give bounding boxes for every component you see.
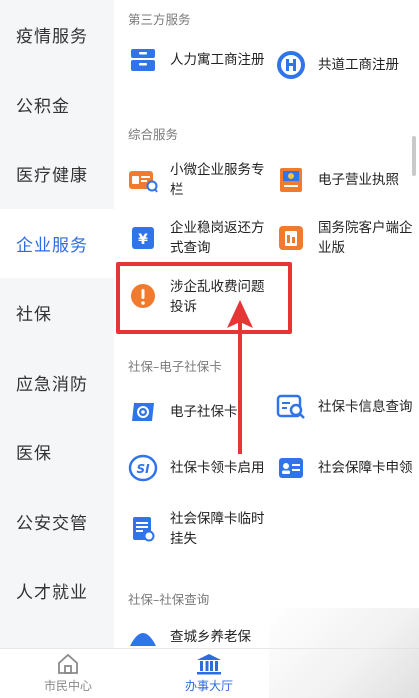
service-label: 国务院客户端企业版 [318, 220, 413, 256]
svg-text:SI: SI [136, 462, 150, 476]
sidebar-item-emergency-fire[interactable]: 应急消防 [0, 348, 114, 418]
watermark [269, 608, 419, 698]
service-small-business-column[interactable]: 小微企业服务专栏 [128, 160, 266, 200]
sidebar-item-employment[interactable]: 人才就业 [0, 556, 114, 626]
card-search-icon [276, 392, 306, 422]
yuan-icon: ¥ [128, 223, 158, 253]
service-card-activation[interactable]: SI 社保卡领卡启用 [128, 453, 266, 483]
sidebar-item-epidemic[interactable]: 疫情服务 [0, 0, 114, 70]
sidebar-item-medical-health[interactable]: 医疗健康 [0, 139, 114, 209]
document-icon [128, 514, 158, 544]
gongdao-logo-icon [276, 50, 306, 80]
service-card-temporary-loss[interactable]: 社会保障卡临时挂失 [128, 509, 266, 549]
category-sidebar: 疫情服务 公积金 医疗健康 企业服务 社保 应急消防 医保 公安交管 人才就业 [0, 0, 114, 648]
service-gongdao-registration[interactable]: 共道工商注册 [276, 50, 419, 80]
section-title-social-query: 社保–社保查询 [128, 592, 210, 607]
service-e-business-license[interactable]: 电子营业执照 [276, 165, 419, 195]
service-pension-query[interactable]: 查城乡养老保 [128, 622, 266, 648]
service-label: 社会保障卡申领 [318, 460, 413, 476]
sidebar-item-enterprise[interactable]: 企业服务 [0, 208, 114, 278]
highlight-box [116, 262, 292, 334]
id-card-icon [276, 453, 306, 483]
service-label: 小微企业服务专栏 [170, 162, 265, 198]
sidebar-item-housing-fund[interactable]: 公积金 [0, 70, 114, 140]
service-label: 共道工商注册 [318, 57, 399, 73]
service-card-info-query[interactable]: 社保卡信息查询 [276, 392, 414, 422]
cabinet-icon [128, 45, 158, 75]
section-title-third-party: 第三方服务 [128, 12, 191, 27]
service-card-application[interactable]: 社会保障卡申领 [276, 453, 414, 483]
service-label: 社会保障卡临时挂失 [170, 511, 265, 547]
service-label: 社保卡领卡启用 [170, 460, 265, 476]
section-title-e-social-card: 社保–电子社保卡 [128, 359, 222, 374]
sidebar-item-social-security[interactable]: 社保 [0, 278, 114, 348]
tab-citizen-center[interactable]: 市民中心 [0, 649, 136, 698]
service-label: 电子营业执照 [318, 172, 399, 188]
si-logo-icon: SI [128, 453, 158, 483]
license-icon [276, 165, 306, 195]
pointer-arrow-icon [227, 300, 253, 454]
vertical-scrollbar[interactable] [412, 136, 416, 176]
home-icon [58, 653, 78, 674]
service-label: 查城乡养老保 [170, 629, 251, 645]
service-label: 社保卡信息查询 [318, 399, 413, 415]
tab-label: 市民中心 [43, 679, 92, 693]
tab-service-hall[interactable]: 办事大厅 [136, 649, 282, 698]
sidebar-item-medical-insurance[interactable]: 医保 [0, 417, 114, 487]
pension-icon [128, 622, 158, 648]
sidebar-item-traffic-police[interactable]: 公安交管 [0, 487, 114, 557]
service-label: 企业稳岗返还方式查询 [170, 220, 265, 256]
hall-icon [197, 654, 221, 675]
state-council-app-icon [276, 223, 306, 253]
service-renliyu-registration[interactable]: 人力寓工商注册 [128, 45, 266, 75]
service-label: 人力寓工商注册 [170, 52, 265, 68]
svg-text:¥: ¥ [138, 232, 148, 248]
business-card-icon [128, 165, 158, 195]
social-card-icon [128, 397, 158, 427]
section-title-comprehensive: 综合服务 [128, 127, 179, 142]
tab-label: 办事大厅 [184, 679, 233, 693]
service-state-council-app[interactable]: 国务院客户端企业版 [276, 218, 414, 258]
service-job-stabilization-refund[interactable]: ¥ 企业稳岗返还方式查询 [128, 218, 266, 258]
